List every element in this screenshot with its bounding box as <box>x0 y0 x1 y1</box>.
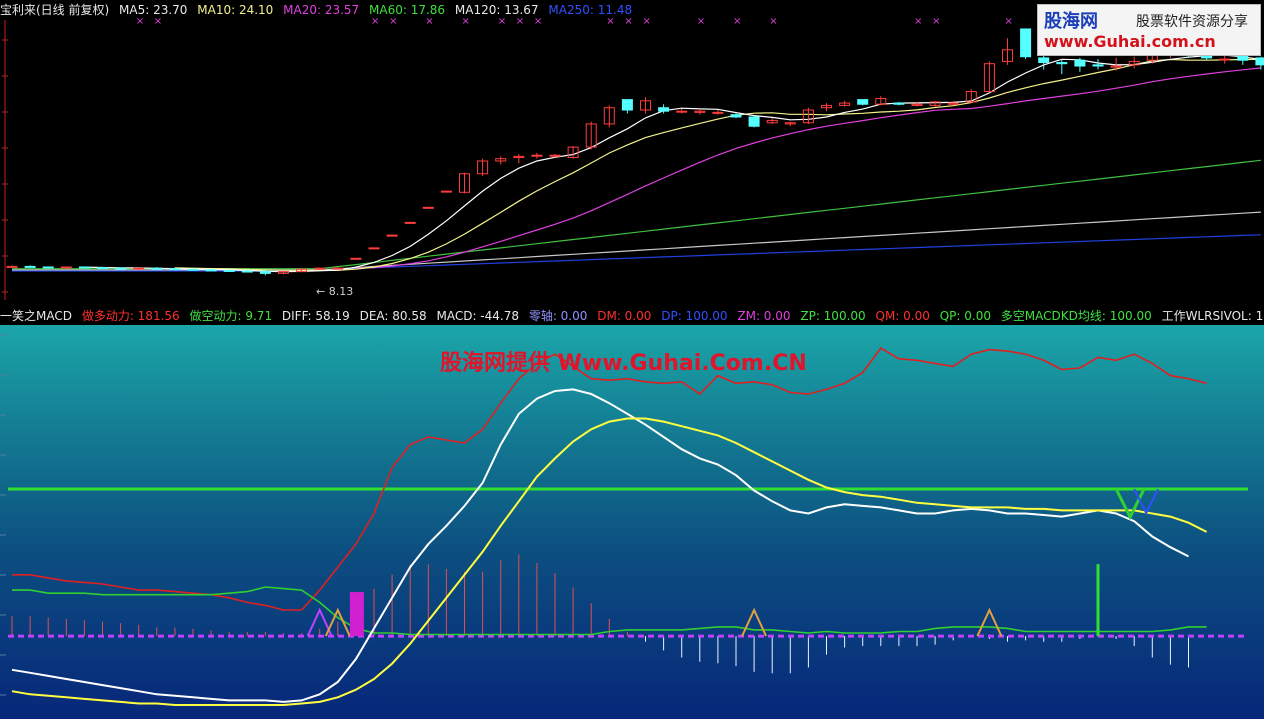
macd-indicator-chart <box>0 334 1248 706</box>
diff-line <box>11 388 1189 703</box>
candle-body <box>78 266 90 269</box>
legend-item: ZP: 100.00 <box>800 309 866 323</box>
sell-signal-mark <box>1114 488 1146 521</box>
candle-body <box>1020 28 1032 58</box>
candle-body <box>187 268 199 271</box>
indicator-chart-panel <box>0 325 1264 719</box>
legend-item: MACD: -44.78 <box>436 309 519 323</box>
legend-item: MA20: 23.57 <box>283 3 360 17</box>
candle-body <box>621 99 633 111</box>
logo-name: 股海网 <box>1044 11 1098 32</box>
candle-body <box>386 234 398 237</box>
candle-body <box>97 267 108 270</box>
indicator-legend: 一笑之MACD 做多动力: 181.56 做空动力: 9.71 DIFF: 58… <box>0 307 1264 325</box>
candle-body <box>241 270 253 273</box>
ma120-line <box>12 211 1261 271</box>
legend-item: ZM: 0.00 <box>737 309 791 323</box>
candle-body <box>1092 64 1104 67</box>
candle-body <box>1056 62 1068 65</box>
legend-item: QP: 0.00 <box>939 309 991 323</box>
ma20-line <box>355 67 1261 270</box>
legend-item: 做多动力: 181.56 <box>81 309 180 323</box>
candle-body <box>205 269 217 272</box>
candle-body <box>350 257 362 260</box>
candle-body <box>676 110 688 113</box>
bull-power-line <box>12 347 1207 611</box>
buy-signal-triangle <box>976 607 1003 637</box>
legend-item: 宝利来(日线 前复权) <box>0 3 110 17</box>
legend-item: QM: 0.00 <box>875 309 930 323</box>
candle-body <box>24 265 36 268</box>
candle-body <box>1038 57 1050 64</box>
ma5-line <box>84 54 1261 273</box>
candle-body <box>404 221 416 224</box>
candle-body <box>368 247 380 250</box>
legend-item: DIFF: 58.19 <box>281 309 350 323</box>
candle-body <box>549 154 561 157</box>
candle-body <box>422 206 434 209</box>
candle-body <box>712 111 724 114</box>
candle-body <box>1219 58 1231 61</box>
buy-signal-triangle <box>741 607 768 637</box>
candle-body <box>169 268 181 271</box>
legend-item: MA250: 11.48 <box>548 3 633 17</box>
legend-item: DP: 100.00 <box>661 309 728 323</box>
legend-item: MA120: 13.67 <box>454 3 539 17</box>
legend-item: 做空动力: 9.71 <box>189 309 273 323</box>
candle-body <box>223 269 235 272</box>
logo-url: www.Guhai.com.cn <box>1044 32 1216 51</box>
candle-body <box>748 116 760 127</box>
legend-item: MA60: 17.86 <box>369 3 446 17</box>
candle-body <box>6 265 18 268</box>
candle-body <box>730 114 742 118</box>
candle-body <box>42 266 54 269</box>
candle-body <box>440 190 452 193</box>
legend-item: MA5: 23.70 <box>119 3 188 17</box>
candle-body <box>259 271 271 274</box>
candle-body <box>1074 59 1086 67</box>
legend-item: 工作WLRSIVOL: 100.00 <box>1161 309 1264 323</box>
candle-body <box>60 266 72 269</box>
watermark-text: 股海网提供 Www.Guhai.Com.CN <box>440 351 807 376</box>
legend-item: 零轴: 0.00 <box>528 309 588 323</box>
signal-bar <box>349 592 364 637</box>
legend-item: 多空MACDKD均线: 100.00 <box>1000 309 1152 323</box>
ma60-line <box>12 159 1261 270</box>
site-logo: 股海网 股票软件资源分享 www.Guhai.com.cn <box>1037 4 1261 56</box>
candle-body <box>857 99 869 105</box>
legend-item: DM: 0.00 <box>597 309 652 323</box>
candle-body <box>531 154 543 157</box>
dea-line <box>11 417 1208 706</box>
candle-body <box>151 267 163 270</box>
candle-body <box>893 102 905 105</box>
legend-item: MA10: 24.10 <box>197 3 274 17</box>
candle-body <box>133 267 145 270</box>
price-min-label: ← 8.13 <box>316 285 354 298</box>
logo-slogan: 股票软件资源分享 <box>1136 14 1248 30</box>
legend-item: DEA: 80.58 <box>359 309 427 323</box>
candle-body <box>332 267 344 270</box>
candle-body <box>658 107 670 112</box>
candle-body <box>115 267 127 270</box>
candle-body <box>1255 57 1264 66</box>
legend-item: 一笑之MACD <box>0 309 72 323</box>
